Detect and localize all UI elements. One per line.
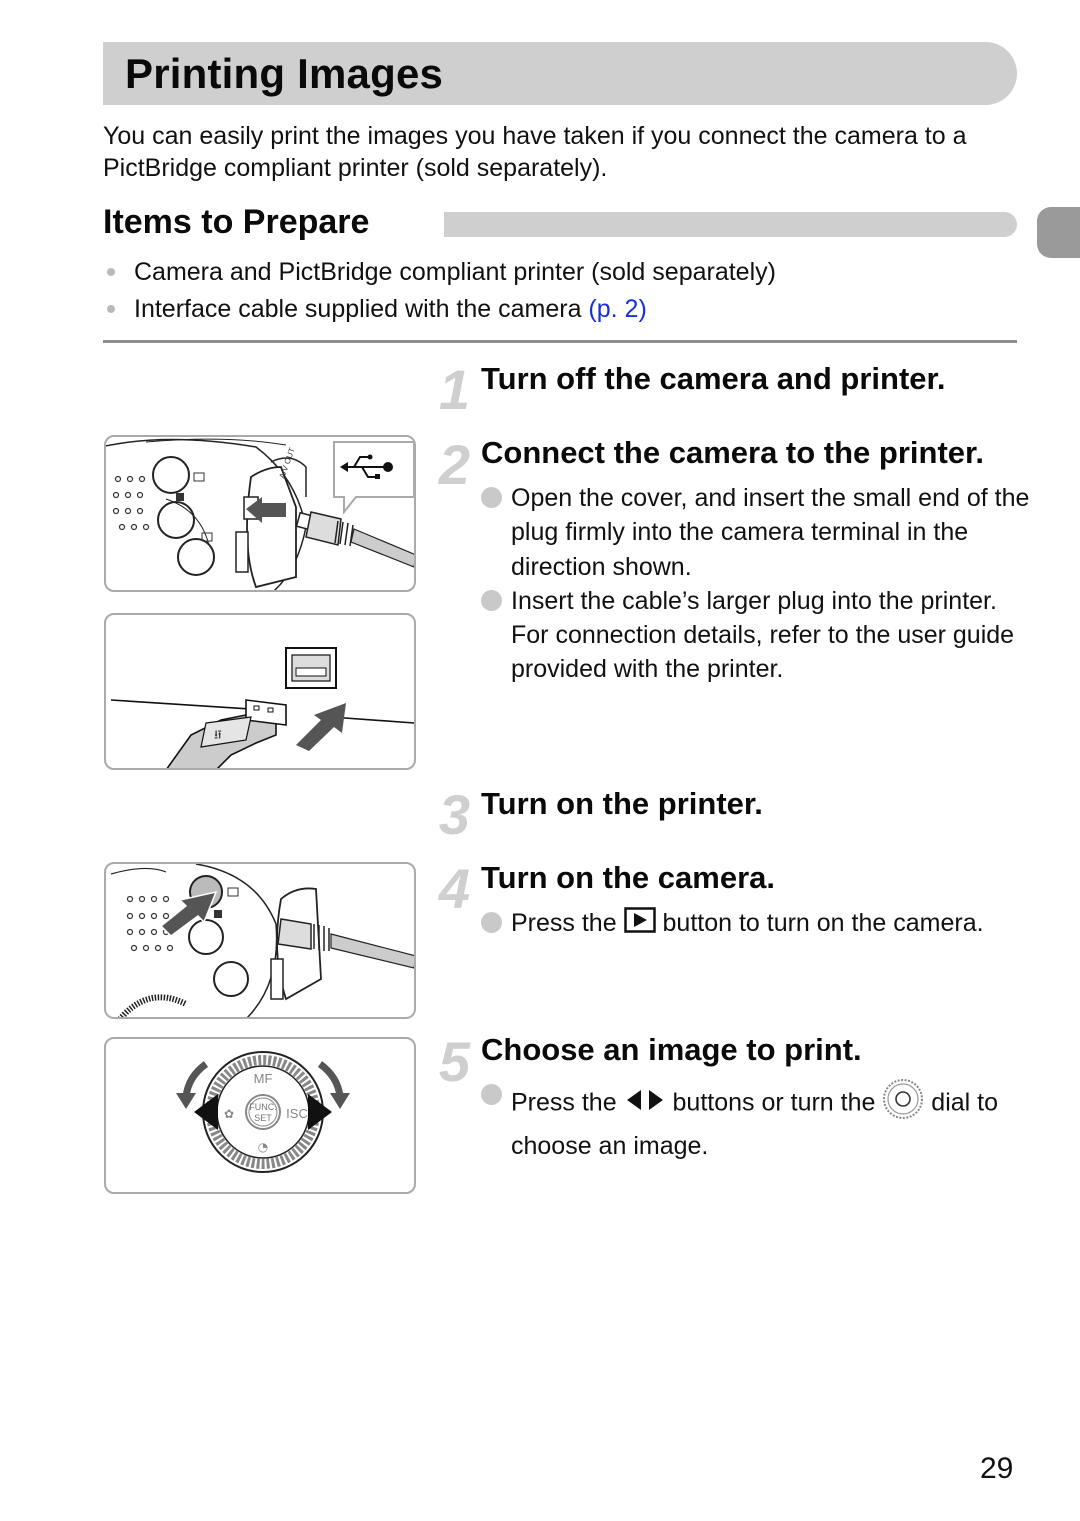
insert-arrow-icon bbox=[296, 703, 346, 751]
step-number: 1 bbox=[438, 358, 470, 421]
list-item: Camera and PictBridge compliant printer … bbox=[103, 254, 776, 291]
step-bullet: Open the cover, and insert the small end… bbox=[481, 481, 1041, 584]
section-divider bbox=[103, 340, 1017, 343]
step-title: Connect the camera to the printer. bbox=[481, 435, 984, 470]
step-bullet: Insert the cable’s larger plug into the … bbox=[481, 584, 1041, 687]
step-bullets: Press the buttons or turn the dial to ch… bbox=[481, 1078, 1041, 1164]
step-bullets: Open the cover, and insert the small end… bbox=[481, 481, 1041, 687]
control-dial-illustration: FUNC. SET MF ISC ✿ ◔ bbox=[176, 1051, 350, 1173]
list-item-text: Interface cable supplied with the camera bbox=[134, 294, 589, 323]
figure-camera-terminal: A/V OUT bbox=[104, 435, 416, 592]
bullet-dot bbox=[107, 304, 115, 313]
bullet-dot bbox=[481, 912, 502, 933]
step-number: 2 bbox=[438, 433, 470, 496]
step-bullet-text: Press the bbox=[511, 909, 624, 937]
printer-port-illustration: ⭿ bbox=[110, 647, 414, 768]
step-bullet-text: Press the bbox=[511, 1088, 624, 1117]
page-number: 29 bbox=[980, 1452, 1014, 1485]
figure-playback-button bbox=[104, 862, 416, 1019]
step-bullet-text: buttons or turn the bbox=[665, 1088, 883, 1117]
title-bar: Printing Images bbox=[103, 42, 1017, 105]
step-bullets: Press the button to turn on the camera. bbox=[481, 906, 1041, 942]
bullet-dot bbox=[107, 268, 115, 276]
self-timer-icon: ◔ bbox=[258, 1140, 268, 1154]
page-title: Printing Images bbox=[125, 50, 444, 97]
section-heading-bar bbox=[444, 212, 1017, 237]
items-to-prepare-list: Camera and PictBridge compliant printer … bbox=[103, 254, 776, 327]
camera-terminal-illustration: A/V OUT bbox=[106, 438, 414, 590]
step-bullet-text: button to turn on the camera. bbox=[655, 909, 984, 937]
bullet-dot bbox=[481, 487, 502, 508]
rotate-right-arrow-icon bbox=[317, 1061, 344, 1098]
step-title: Turn on the camera. bbox=[481, 860, 775, 895]
step-title: Choose an image to print. bbox=[481, 1032, 862, 1067]
macro-icon: ✿ bbox=[224, 1107, 234, 1121]
isc-label: ISC bbox=[286, 1106, 308, 1121]
page-reference-link[interactable]: (p. 2) bbox=[588, 295, 646, 323]
intro-text: You can easily print the images you have… bbox=[103, 122, 967, 182]
av-out-label: A/V OUT bbox=[277, 446, 296, 479]
figure-printer-port: ⭿ bbox=[104, 613, 416, 770]
bullet-dot bbox=[481, 1084, 502, 1105]
rotate-left-arrow-icon bbox=[182, 1061, 209, 1098]
step-bullet-text: Open the cover, and insert the small end… bbox=[511, 484, 1030, 581]
playback-button-icon bbox=[623, 906, 656, 942]
list-item: Interface cable supplied with the camera… bbox=[103, 291, 776, 328]
step-number: 3 bbox=[438, 783, 470, 846]
step-bullet: Press the button to turn on the camera. bbox=[481, 906, 1041, 942]
control-dial-icon bbox=[882, 1078, 924, 1129]
figure-control-dial: FUNC. SET MF ISC ✿ ◔ bbox=[104, 1037, 416, 1194]
step-number: 4 bbox=[438, 857, 470, 920]
bullet-dot bbox=[481, 589, 502, 611]
section-heading-items-to-prepare: Items to Prepare bbox=[103, 203, 370, 241]
step-bullet-text: Insert the cable’s larger plug into the … bbox=[511, 586, 1015, 684]
step-title: Turn on the printer. bbox=[481, 786, 763, 821]
playback-button-illustration bbox=[110, 864, 414, 1017]
func-label: FUNC. bbox=[249, 1102, 277, 1112]
svg-text:⭿: ⭿ bbox=[214, 728, 222, 742]
list-item-text: Camera and PictBridge compliant printer … bbox=[134, 258, 776, 286]
left-right-arrows-icon bbox=[624, 1087, 666, 1121]
step-title: Turn off the camera and printer. bbox=[481, 361, 946, 396]
chapter-side-tab bbox=[1037, 207, 1080, 258]
set-label: SET bbox=[254, 1113, 272, 1123]
mf-label: MF bbox=[254, 1071, 273, 1086]
step-number: 5 bbox=[438, 1030, 470, 1093]
step-bullet: Press the buttons or turn the dial to ch… bbox=[481, 1078, 1041, 1164]
